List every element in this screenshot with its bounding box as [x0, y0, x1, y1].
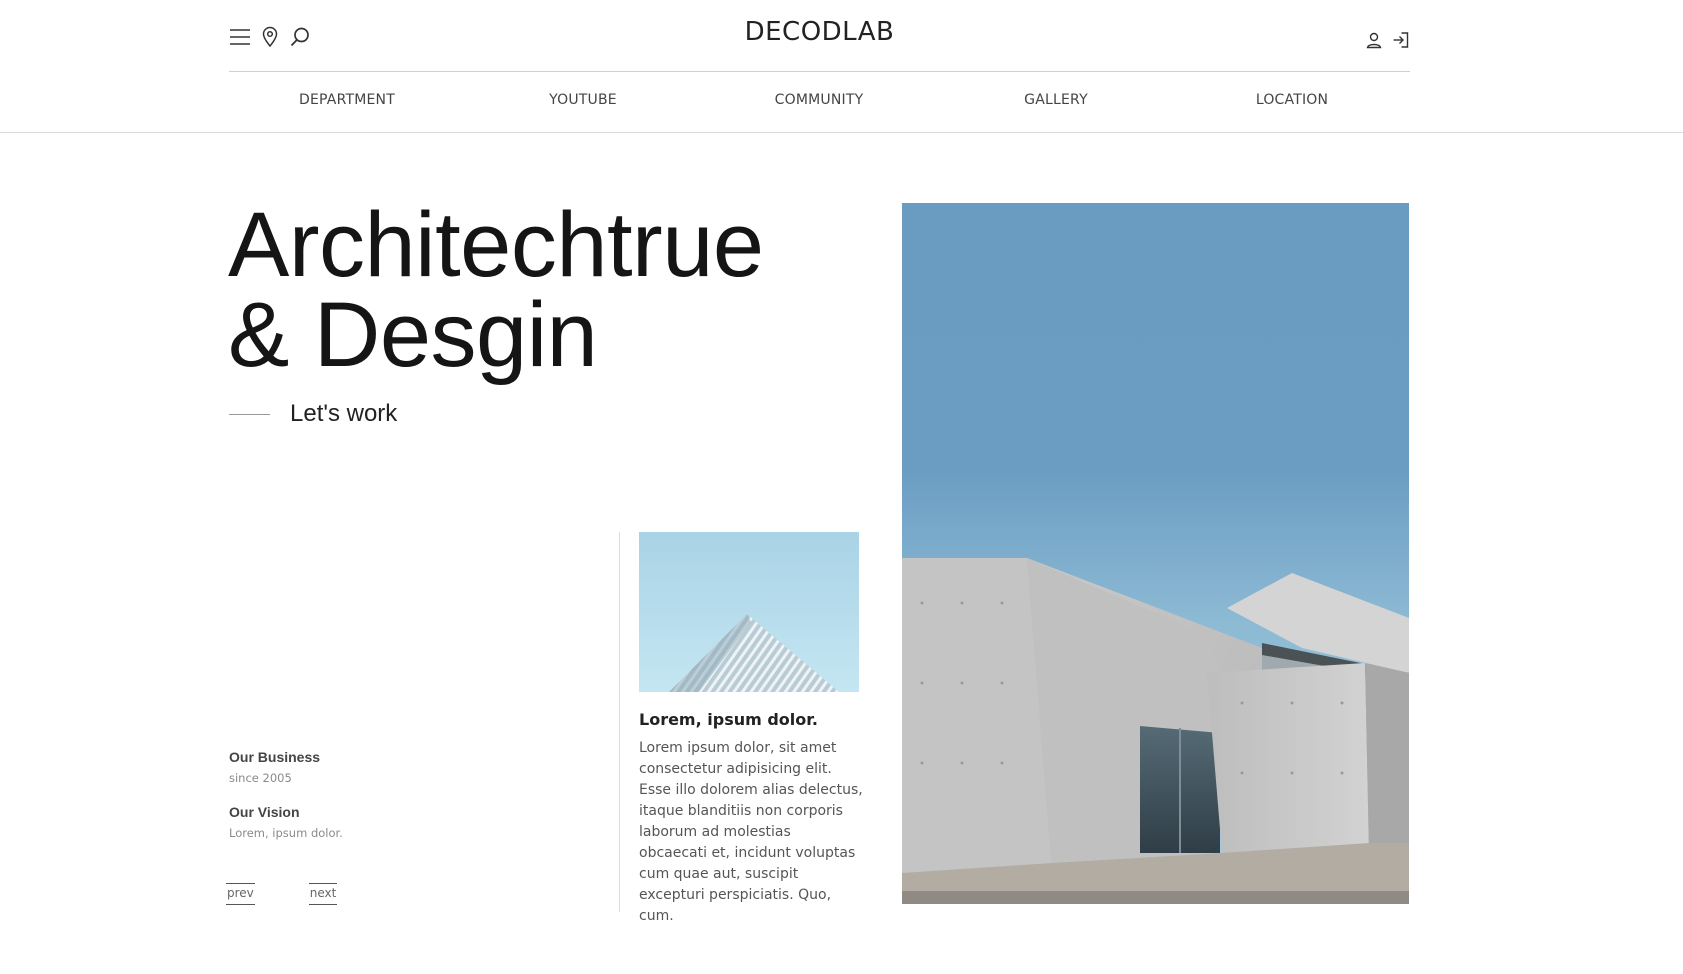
- card-title: Lorem, ipsum dolor.: [639, 710, 818, 729]
- header-left-icons: [229, 26, 311, 48]
- info-section: Our Business since 2005 Our Vision Lorem…: [229, 749, 343, 840]
- our-business-block: Our Business since 2005: [229, 749, 343, 785]
- slider-pager: prev next: [226, 883, 338, 905]
- vertical-divider: [619, 532, 620, 912]
- main-nav: DEPARTMENT YOUTUBE COMMUNITY GALLERY LOC…: [229, 72, 1410, 133]
- nav-item-department[interactable]: DEPARTMENT: [299, 92, 395, 108]
- nav-item-location[interactable]: LOCATION: [1256, 92, 1328, 108]
- our-business-title: Our Business: [229, 749, 321, 765]
- next-button[interactable]: next: [308, 883, 338, 905]
- our-vision-title: Our Vision: [229, 804, 300, 820]
- nav-item-gallery[interactable]: GALLERY: [1024, 92, 1088, 108]
- header-right-icons: [1365, 31, 1410, 49]
- search-icon[interactable]: [289, 26, 311, 48]
- hero-title: Architechtrue & Desgin: [228, 194, 764, 386]
- hero-title-line-2: & Desgin: [228, 284, 598, 386]
- lets-work-label: Let's work: [290, 400, 398, 427]
- site-header: DECODLAB DEPARTMENT YOUTUBE COMMUNITY GA…: [0, 0, 1683, 133]
- nav-item-community[interactable]: COMMUNITY: [775, 92, 864, 108]
- user-icon[interactable]: [1365, 31, 1383, 49]
- login-icon[interactable]: [1392, 31, 1410, 49]
- card-thumbnail-image[interactable]: [639, 532, 859, 692]
- map-pin-icon[interactable]: [261, 26, 279, 48]
- hero-building-image: [902, 203, 1409, 904]
- our-business-subtitle: since 2005: [229, 771, 292, 785]
- cta-line: [229, 413, 270, 415]
- nav-item-youtube[interactable]: YOUTUBE: [549, 92, 617, 108]
- prev-button[interactable]: prev: [226, 883, 255, 905]
- menu-icon[interactable]: [229, 27, 251, 47]
- lets-work-link[interactable]: Let's work: [229, 400, 397, 428]
- our-vision-subtitle: Lorem, ipsum dolor.: [229, 826, 343, 840]
- our-vision-block: Our Vision Lorem, ipsum dolor.: [229, 804, 343, 840]
- site-logo[interactable]: DECODLAB: [229, 17, 1410, 47]
- card-text: Lorem ipsum dolor, sit amet consectetur …: [639, 740, 863, 924]
- hero-title-line-1: Architechtrue: [228, 194, 764, 296]
- header-top-bar: DECODLAB: [229, 0, 1410, 72]
